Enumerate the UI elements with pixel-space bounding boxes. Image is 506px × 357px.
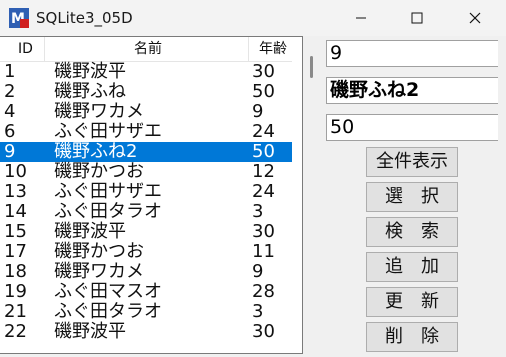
row-age: 50 (252, 141, 275, 162)
row-name: 磯野かつお (54, 161, 144, 182)
row-id: 1 (4, 61, 16, 82)
title-bar: M SQLite3_05D (0, 0, 506, 36)
list-row[interactable]: 21 ふぐ田タラオ 3 (0, 301, 302, 322)
row-name: 磯野ふね2 (54, 141, 138, 162)
list-row[interactable]: 17 磯野かつお 11 (0, 241, 302, 262)
window-title: SQLite3_05D (36, 9, 133, 27)
row-name: 磯野ふね (54, 81, 126, 102)
list-row[interactable]: 14 ふぐ田タラオ 3 (0, 201, 302, 222)
row-age: 12 (252, 161, 275, 182)
row-id: 6 (4, 121, 16, 142)
select-button[interactable]: 選択 (366, 182, 458, 212)
list-row[interactable]: 19 ふぐ田マスオ 28 (0, 281, 302, 302)
column-header-age[interactable]: 年齢 (259, 37, 287, 61)
list-scrollbar[interactable] (292, 61, 302, 353)
row-age: 24 (252, 121, 275, 142)
row-name: 磯野波平 (54, 321, 126, 342)
row-age: 24 (252, 181, 275, 202)
row-name: 磯野かつお (54, 241, 144, 262)
row-id: 21 (4, 301, 27, 322)
list-row[interactable]: 6 ふぐ田サザエ 24 (0, 121, 302, 142)
list-header: ID 名前 年齢 (0, 37, 302, 62)
row-age: 30 (252, 321, 275, 342)
row-age: 28 (252, 281, 275, 302)
list-row[interactable]: 9 磯野ふね2 50 (0, 141, 302, 162)
row-id: 18 (4, 261, 27, 282)
list-row[interactable]: 1 磯野波平 30 (0, 61, 302, 82)
name-field[interactable]: 磯野ふね2 (326, 77, 498, 104)
minimize-icon (356, 17, 366, 19)
row-name: ふぐ田マスオ (54, 281, 162, 302)
row-id: 10 (4, 161, 27, 182)
row-id: 19 (4, 281, 27, 302)
maximize-icon (411, 12, 423, 24)
delete-button[interactable]: 削除 (366, 322, 458, 352)
list-row[interactable]: 15 磯野波平 30 (0, 221, 302, 242)
maximize-button[interactable] (388, 0, 446, 36)
column-header-name[interactable]: 名前 (134, 37, 162, 61)
id-field[interactable]: 9 (326, 40, 498, 67)
row-id: 13 (4, 181, 27, 202)
add-button[interactable]: 追加 (366, 252, 458, 282)
app-icon: M (9, 8, 29, 28)
list-row[interactable]: 13 ふぐ田サザエ 24 (0, 181, 302, 202)
column-divider[interactable] (44, 37, 45, 61)
row-id: 14 (4, 201, 27, 222)
row-id: 22 (4, 321, 27, 342)
row-id: 9 (4, 141, 16, 162)
close-button[interactable] (446, 0, 504, 36)
list-row[interactable]: 18 磯野ワカメ 9 (0, 261, 302, 282)
row-name: 磯野波平 (54, 221, 126, 242)
column-header-id[interactable]: ID (18, 37, 33, 61)
row-name: 磯野ワカメ (54, 261, 144, 282)
row-id: 15 (4, 221, 27, 242)
row-age: 50 (252, 81, 275, 102)
list-row[interactable]: 4 磯野ワカメ 9 (0, 101, 302, 122)
row-id: 17 (4, 241, 27, 262)
row-name: 磯野波平 (54, 61, 126, 82)
row-age: 11 (252, 241, 275, 262)
minimize-button[interactable] (332, 0, 390, 36)
row-age: 30 (252, 61, 275, 82)
row-age: 3 (252, 201, 264, 222)
record-list[interactable]: ID 名前 年齢 1 磯野波平 30 2 磯野ふね 50 4 磯野ワカメ 9 6 ふぐ田サザエ 24 9… (0, 36, 303, 354)
row-age: 30 (252, 221, 275, 242)
row-name: ふぐ田サザエ (54, 121, 162, 142)
row-name: ふぐ田タラオ (54, 301, 162, 322)
row-age: 9 (252, 261, 264, 282)
column-divider[interactable] (248, 37, 249, 61)
list-row[interactable]: 10 磯野かつお 12 (0, 161, 302, 182)
row-name: 磯野ワカメ (54, 101, 144, 122)
list-row[interactable]: 2 磯野ふね 50 (0, 81, 302, 102)
list-row[interactable]: 22 磯野波平 30 (0, 321, 302, 342)
row-id: 2 (4, 81, 16, 102)
age-field[interactable]: 50 (326, 114, 498, 141)
row-name: ふぐ田サザエ (54, 181, 162, 202)
scrollbar-thumb[interactable] (310, 56, 313, 78)
row-age: 3 (252, 301, 264, 322)
update-button[interactable]: 更新 (366, 287, 458, 317)
row-id: 4 (4, 101, 16, 122)
row-age: 9 (252, 101, 264, 122)
search-button[interactable]: 検索 (366, 217, 458, 247)
close-icon (469, 12, 481, 24)
show-all-button[interactable]: 全件表示 (366, 147, 458, 177)
row-name: ふぐ田タラオ (54, 201, 162, 222)
